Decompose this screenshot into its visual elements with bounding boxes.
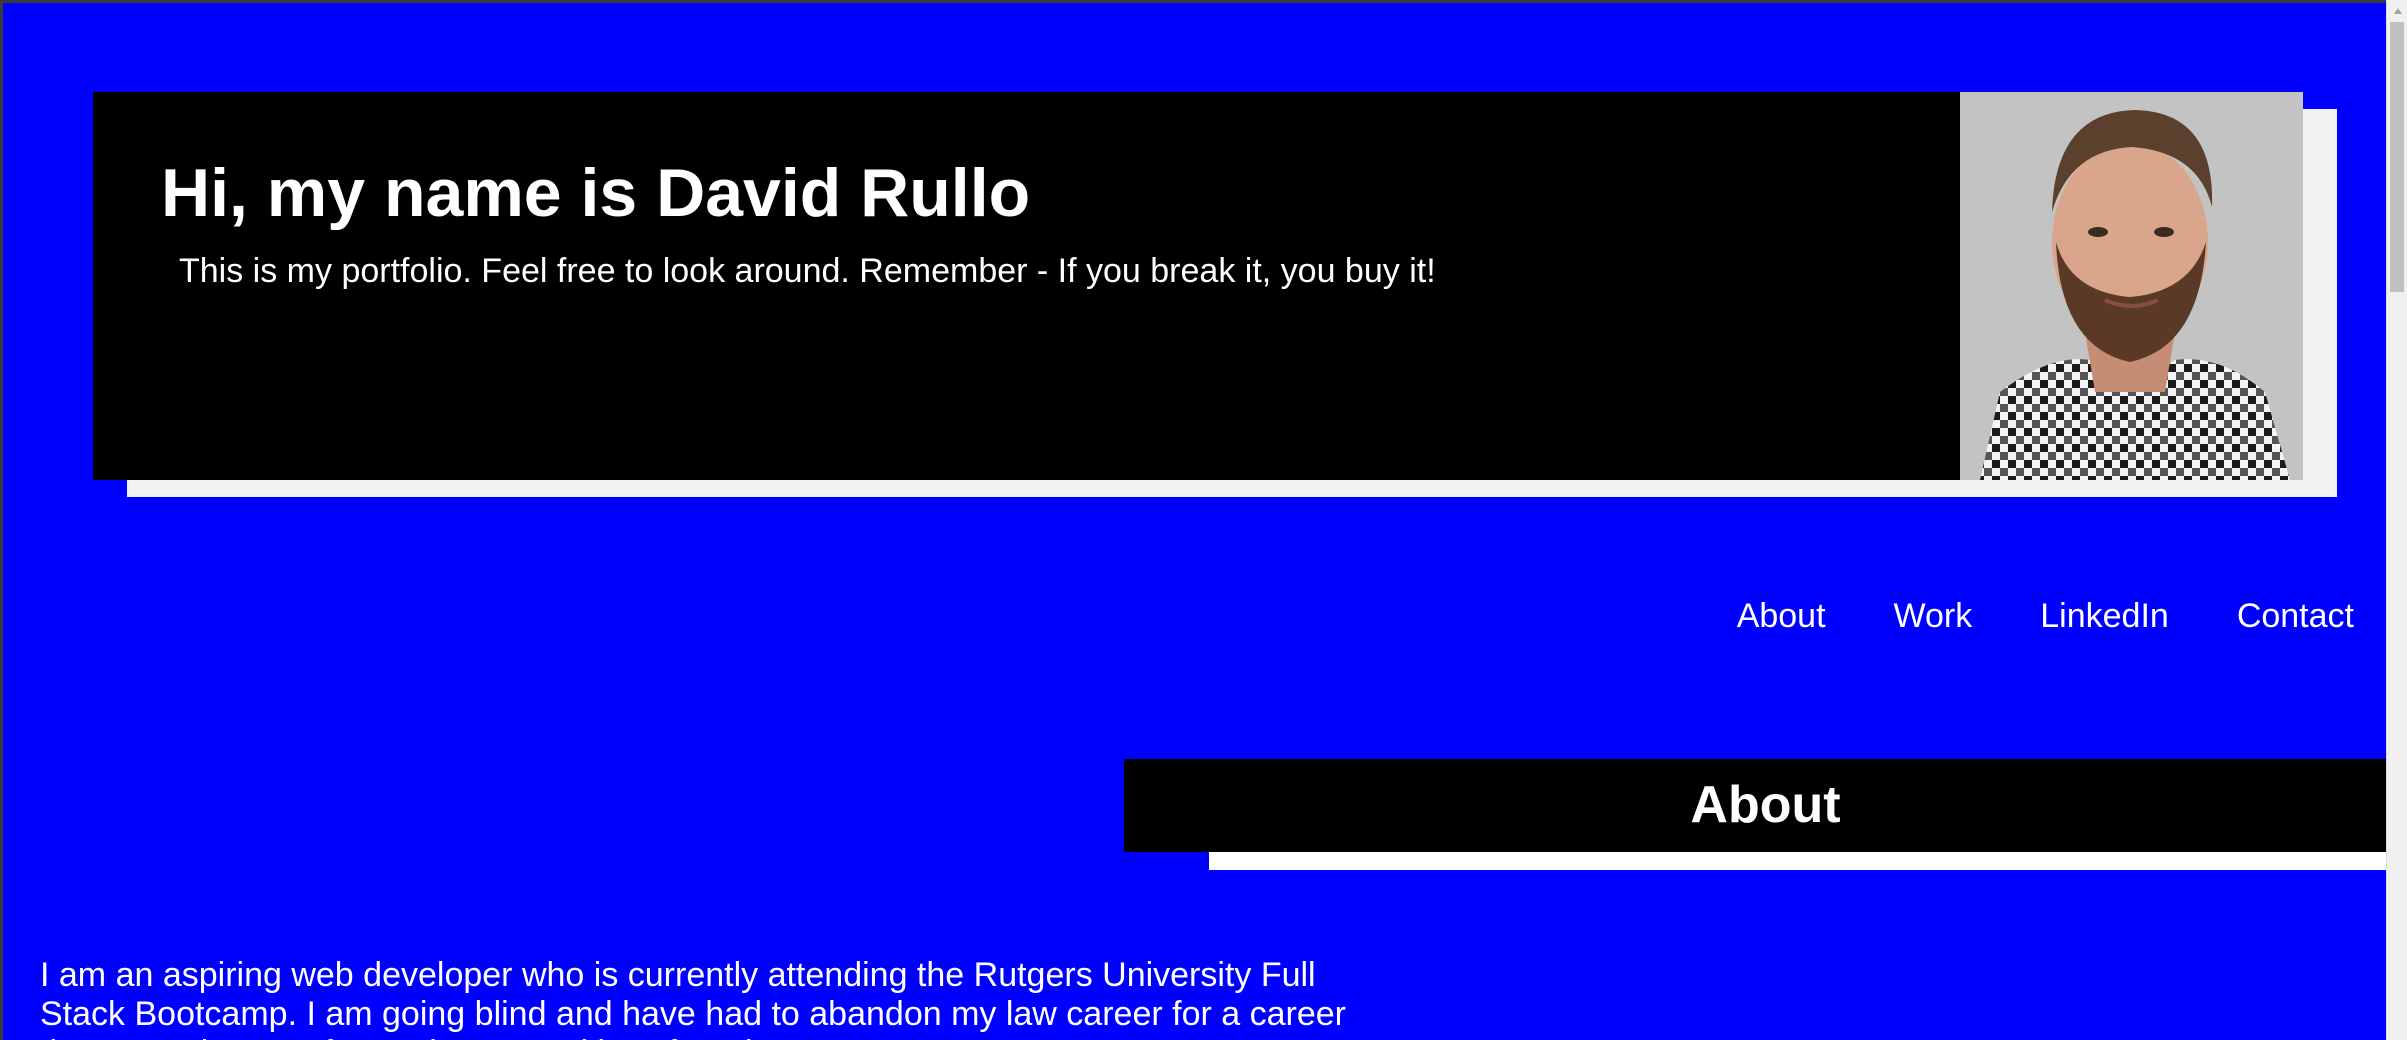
scroll-up-button[interactable]	[2387, 0, 2407, 21]
page-title: Hi, my name is David Rullo	[161, 155, 1031, 231]
nav-link-work[interactable]: Work	[1894, 597, 1973, 636]
header-card: Hi, my name is David Rullo This is my po…	[93, 92, 2303, 480]
nav-link-contact[interactable]: Contact	[2237, 597, 2354, 636]
profile-photo-image	[1960, 92, 2303, 480]
profile-photo	[1960, 92, 2303, 480]
page: Hi, my name is David Rullo This is my po…	[0, 0, 2386, 1040]
main-nav: About Work LinkedIn Contact	[1737, 597, 2354, 636]
triangle-up-icon	[2393, 7, 2402, 14]
about-heading: About	[1690, 776, 1841, 834]
about-text: I am an aspiring web developer who is cu…	[40, 956, 1346, 1040]
scrollbar-thumb[interactable]	[2390, 22, 2404, 292]
header-subtitle: This is my portfolio. Feel free to look …	[179, 252, 1436, 290]
about-heading-bar: About	[1124, 759, 2386, 852]
nav-link-about[interactable]: About	[1737, 597, 1826, 636]
nav-link-linkedin[interactable]: LinkedIn	[2040, 597, 2169, 636]
vertical-scrollbar[interactable]	[2386, 0, 2407, 1040]
